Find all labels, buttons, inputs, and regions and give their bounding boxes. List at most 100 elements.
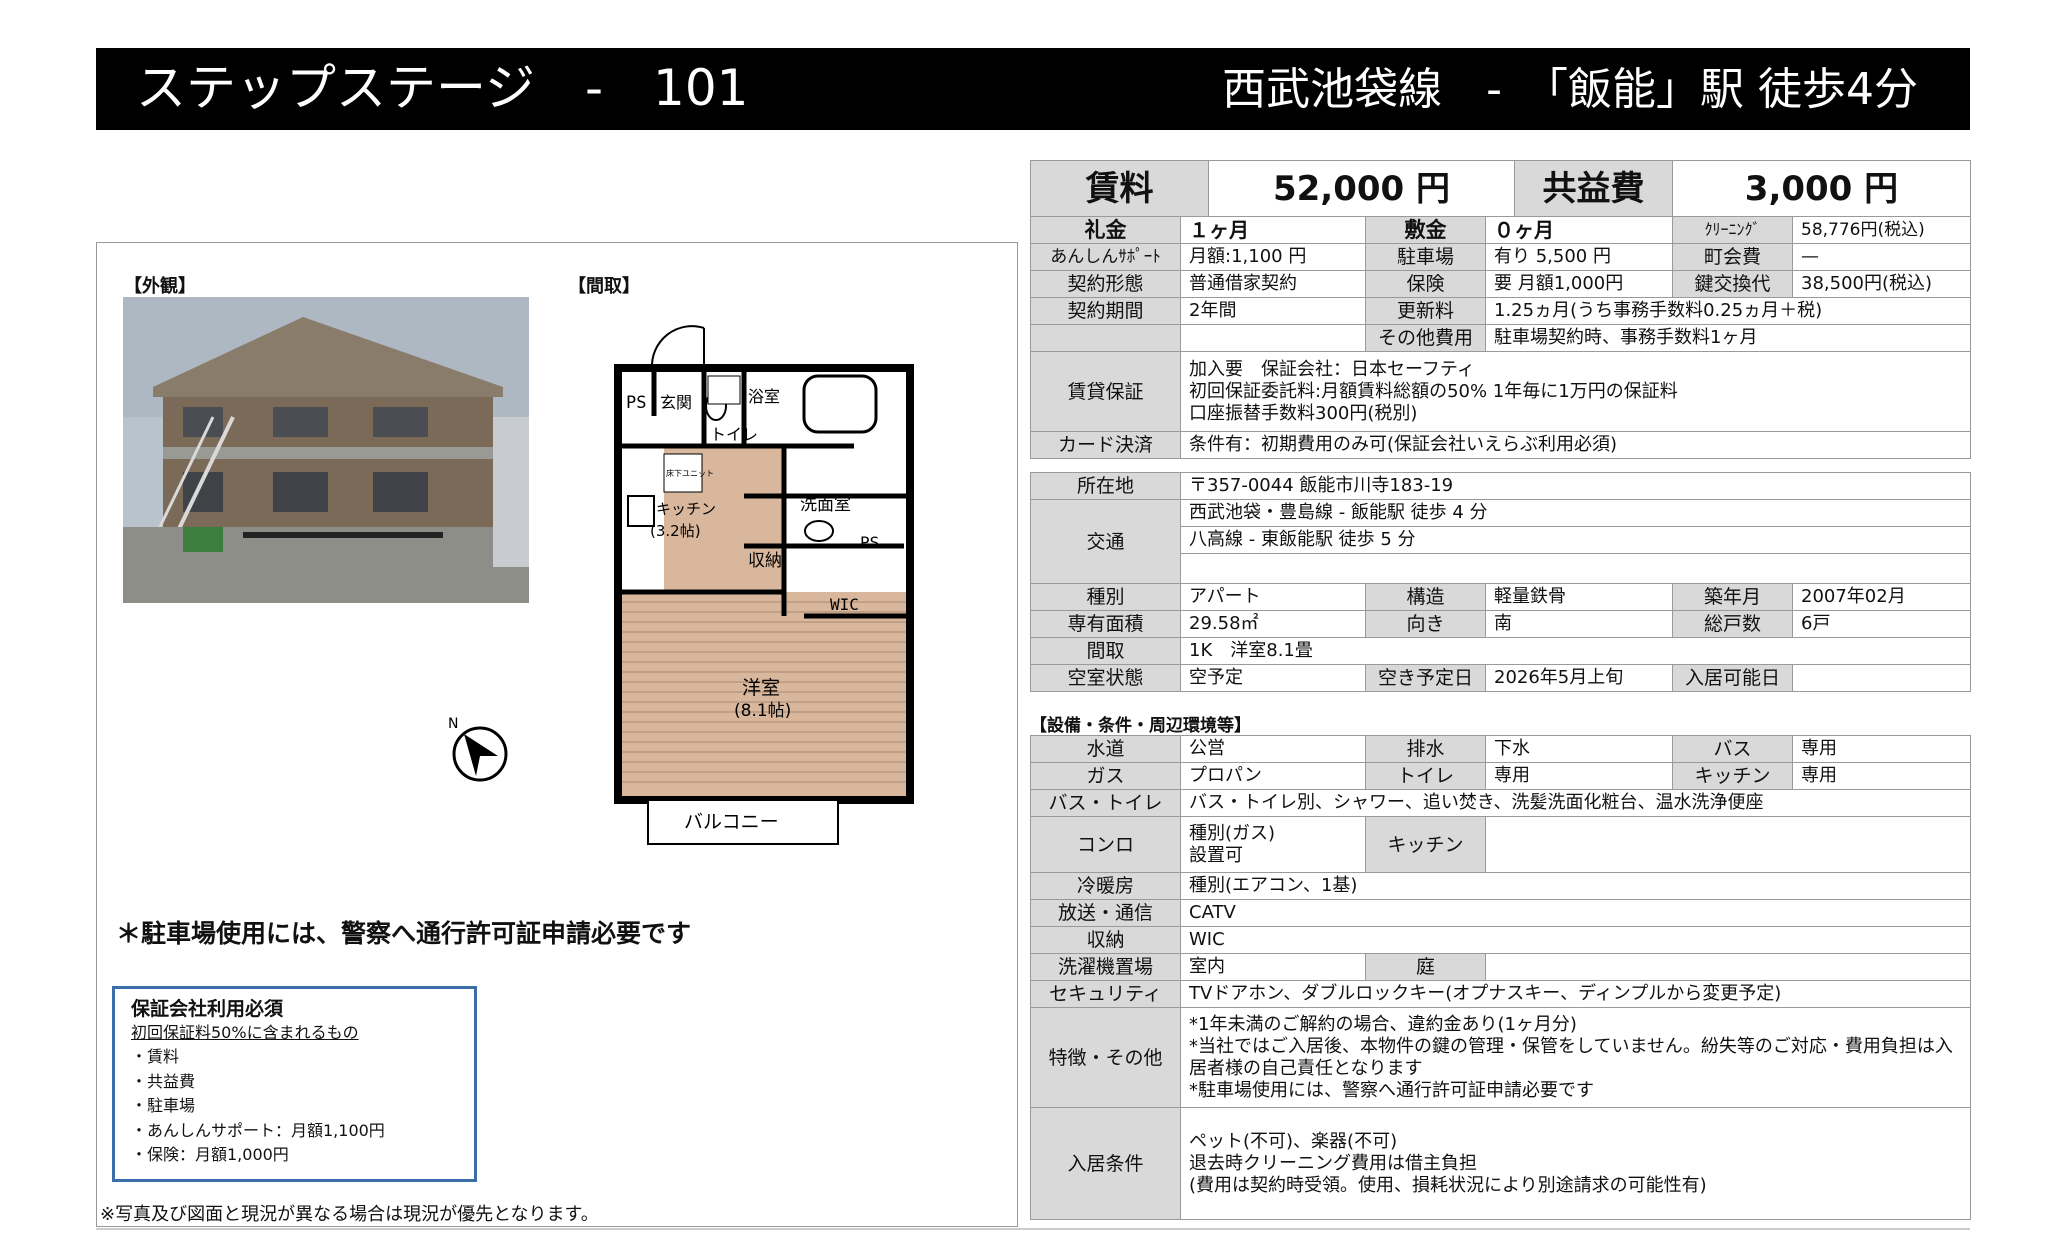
avail-value: 2026年5月上旬 (1485, 664, 1673, 692)
conditions-value: ペット(不可)、楽器(不可) 退去時クリーニング費用は借主負担 (費用は契約時受… (1180, 1107, 1971, 1220)
toilet-label: トイレ (1365, 762, 1486, 790)
renew-value: 1.25ヵ月(うち事務手数料0.25ヵ月＋税) (1485, 297, 1971, 325)
fee-value: 3,000 円 (1672, 160, 1971, 217)
feature-line: *1年未満のご解約の場合、違約金あり(1ヶ月分) (1189, 1013, 1577, 1035)
ac-label: 冷暖房 (1030, 872, 1181, 900)
terms-table: 礼金 １ヶ月 敷金 ０ヶ月 ｸﾘｰﾆﾝｸﾞ 58,776円(税込) あんしんｻﾎ… (1030, 216, 1971, 459)
gas-label: ガス (1030, 762, 1181, 790)
drain-label: 排水 (1365, 735, 1486, 763)
plan-ps1: PS (626, 393, 646, 413)
title-bar: ステップステージ - 101 西武池袋線 - 「飯能」駅 徒歩4分 (96, 48, 1970, 130)
other-value: 駐車場契約時、事務手数料1ヶ月 (1485, 324, 1971, 352)
kitchen-value: 専用 (1792, 762, 1971, 790)
storage-label: 収納 (1030, 926, 1181, 954)
shikikin-value: ０ヶ月 (1485, 216, 1673, 244)
fee-label: 共益費 (1514, 160, 1673, 217)
rent-table: 賃料 52,000 円 共益費 3,000 円 (1030, 160, 1971, 217)
feature-line: *当社ではご入居後、本物件の鍵の管理・保管をしていません。紛失等のご対応・費用負… (1189, 1035, 1953, 1079)
condition-line: 退去時クリーニング費用は借主負担 (1189, 1152, 1477, 1174)
status-label: 空室状態 (1030, 664, 1181, 692)
feature-line: *駐車場使用には、警察へ通行許可証申請必要です (1189, 1079, 1594, 1101)
bottom-divider (96, 1228, 1970, 1230)
condition-line: ペット(不可)、楽器(不可) (1189, 1130, 1398, 1152)
plan-genkan: 玄関 (660, 393, 692, 412)
conditions-label: 入居条件 (1030, 1107, 1181, 1220)
north-compass-icon: N (448, 716, 508, 782)
water-value: 公営 (1180, 735, 1366, 763)
blank-cell (1180, 324, 1366, 352)
bath-toilet-label: バス・トイレ (1030, 789, 1181, 817)
floorplan-label: 【間取】 (568, 276, 640, 297)
structure-label: 構造 (1365, 583, 1486, 611)
plan-wic: WIC (830, 595, 859, 614)
guarantee-item: ・あんしんサポート：月額1,100円 (131, 1120, 385, 1140)
security-value: TVドアホン、ダブルロックキー(オプナスキー、ディンプルから変更予定) (1180, 980, 1971, 1008)
access-line-3 (1179, 553, 1972, 584)
floor-plan: PS 玄関 トイレ 浴室 床下ユニット キッチン (3.2帖) 収納 洗面室 P… (614, 325, 914, 845)
area-value: 29.58㎡ (1180, 610, 1366, 638)
units-value: 6戸 (1791, 610, 1972, 638)
stove-value: 種別(ガス) 設置可 (1180, 816, 1366, 873)
storage-value: WIC (1180, 926, 1971, 954)
drain-value: 下水 (1485, 735, 1673, 763)
parking-value: 有り 5,500 円 (1485, 243, 1673, 271)
footer-note: ※写真及び図面と現況が異なる場合は現況が優先となります。 (100, 1204, 599, 1225)
features-label: 特徴・その他 (1030, 1007, 1181, 1108)
garden-label: 庭 (1365, 953, 1486, 981)
guarantee-line: 初回保証委託料:月額賃料総額の50% 1年毎に1万円の保証料 (1189, 380, 1678, 402)
rent-value: 52,000 円 (1208, 160, 1515, 217)
period-value: 2年間 (1180, 297, 1366, 325)
move-in-value (1791, 664, 1972, 692)
anshin-label: あんしんｻﾎﾟｰﾄ (1030, 243, 1181, 271)
kitchen2-label: キッチン (1365, 816, 1486, 873)
ac-value: 種別(エアコン、1基) (1180, 872, 1971, 900)
key-value: 38,500円(税込) (1792, 270, 1971, 298)
tv-label: 放送・通信 (1030, 899, 1181, 927)
plan-balcony: バルコニー (684, 811, 779, 833)
plan-ps2: PS (860, 533, 879, 552)
plan-unit: 床下ユニット (666, 468, 714, 478)
plan-room-size: (8.1帖) (734, 701, 791, 721)
tv-value: CATV (1180, 899, 1971, 927)
shikikin-label: 敷金 (1365, 216, 1486, 244)
gas-value: プロパン (1180, 762, 1366, 790)
layout-value: 1K 洋室8.1畳 (1179, 637, 1972, 665)
blank-label (1030, 324, 1181, 352)
facilities-table: 水道 公営 排水 下水 バス 専用 ガス プロパン トイレ 専用 キッチン 専用… (1030, 735, 1971, 1220)
units-label: 総戸数 (1672, 610, 1793, 638)
washer-value: 室内 (1180, 953, 1366, 981)
water-label: 水道 (1030, 735, 1181, 763)
bath-toilet-value: バス・トイレ別、シャワー、追い焚き、洗髪洗面化粧台、温水洗浄便座 (1180, 789, 1971, 817)
guarantee-box: 保証会社利用必須 初回保証料50%に含まれるもの ・賃料 ・共益費 ・駐車場 ・… (112, 986, 477, 1182)
guarantee-subtitle: 初回保証料50%に含まれるもの (131, 1023, 359, 1042)
renew-label: 更新料 (1365, 297, 1486, 325)
plan-storage: 収納 (748, 551, 782, 571)
card-value: 条件有：初期費用のみ可(保証会社いえらぶ利用必須) (1180, 431, 1971, 459)
facilities-title: 【設備・条件・周辺環境等】 (1030, 716, 1251, 736)
plan-bath: 浴室 (748, 387, 780, 406)
guarantee-item: ・保険：月額1,000円 (131, 1145, 289, 1164)
security-label: セキュリティ (1030, 980, 1181, 1008)
guarantee-detail: 加入要 保証会社：日本セーフティ 初回保証委託料:月額賃料総額の50% 1年毎に… (1180, 351, 1971, 432)
cleaning-label: ｸﾘｰﾆﾝｸﾞ (1672, 216, 1793, 244)
guarantee-label: 賃貸保証 (1030, 351, 1181, 432)
structure-value: 軽量鉄骨 (1485, 583, 1673, 611)
key-label: 鍵交換代 (1672, 270, 1793, 298)
contract-label: 契約形態 (1030, 270, 1181, 298)
status-value: 空予定 (1180, 664, 1366, 692)
layout-label: 間取 (1030, 637, 1181, 665)
bath-value: 専用 (1792, 735, 1971, 763)
other-label: その他費用 (1365, 324, 1486, 352)
type-label: 種別 (1030, 583, 1181, 611)
plan-kitchen: キッチン (656, 500, 716, 518)
condition-line: (費用は契約時受領。使用、損耗状況により別途請求の可能性有) (1189, 1174, 1707, 1196)
washer-label: 洗濯機置場 (1030, 953, 1181, 981)
period-label: 契約期間 (1030, 297, 1181, 325)
address-value: 〒357-0044 飯能市川寺183-19 (1179, 472, 1972, 500)
guarantee-item: ・駐車場 (131, 1096, 196, 1115)
guarantee-line: 加入要 保証会社：日本セーフティ (1189, 358, 1475, 380)
direction-value: 南 (1485, 610, 1673, 638)
built-label: 築年月 (1672, 583, 1793, 611)
plan-toilet: トイレ (710, 425, 758, 444)
anshin-value: 月額:1,100 円 (1180, 243, 1366, 271)
